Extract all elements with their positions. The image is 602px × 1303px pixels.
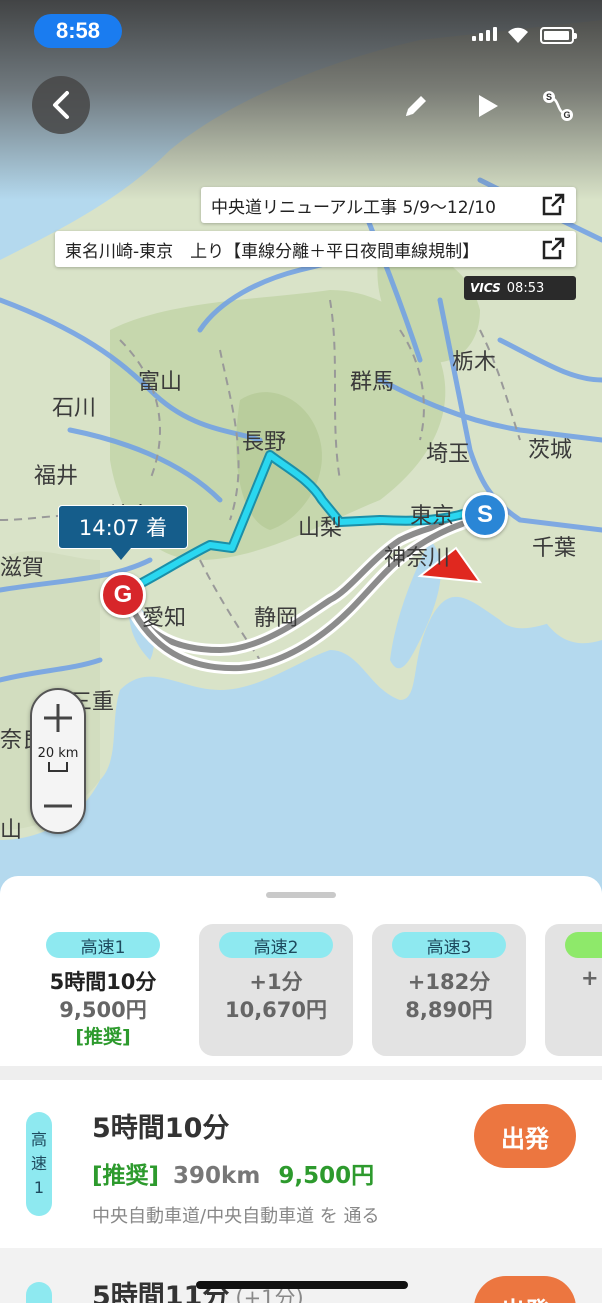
place-label: 神奈川: [384, 546, 451, 571]
start-goal-icon: S G: [543, 91, 573, 121]
svg-text:S: S: [546, 92, 552, 102]
simulate-play-button[interactable]: [468, 86, 508, 126]
place-label: 長野: [242, 430, 287, 455]
route-option-delta: +182分: [407, 970, 491, 994]
vics-timestamp: VICS 08:53: [464, 276, 576, 300]
route-type-pill: [26, 1282, 52, 1303]
route-sheet: 高速1 5時間10分 9,500円 [推奨] 高速2 +1分 10,670円 高…: [0, 876, 602, 1303]
route-option-price: 9,500円: [59, 998, 147, 1022]
route-type-pill: 高 速 1: [26, 1112, 52, 1216]
status-time: 8:58: [34, 14, 122, 48]
route-detail-1[interactable]: 高 速 1 5時間10分 [推奨] 390km 9,500円 中央自動車道/中央…: [0, 1080, 602, 1248]
route-detail-2[interactable]: 5時間11分(+1分) 出発: [0, 1248, 602, 1303]
battery-icon: [540, 27, 577, 44]
home-indicator[interactable]: [196, 1281, 408, 1289]
section-divider: [0, 1066, 602, 1080]
arrival-time-tag: 14:07 着: [58, 505, 188, 560]
route-option-badge: 高速3: [392, 932, 506, 958]
svg-text:G: G: [563, 110, 570, 120]
zoom-out-button[interactable]: [32, 780, 84, 832]
route-option-3[interactable]: 高速3 +182分 8,890円: [372, 924, 526, 1056]
plus-icon: [44, 704, 72, 732]
zoom-control: 20 km: [30, 688, 86, 834]
external-link-icon: [542, 193, 565, 216]
place-label: 千葉: [532, 536, 577, 561]
depart-button[interactable]: 出発: [474, 1276, 576, 1303]
route-option-price: 8,890円: [405, 998, 493, 1022]
notice-text: 東名川崎-東京 上り【車線分離＋平日夜間車線規制】: [65, 241, 480, 262]
place-label: 山梨: [298, 516, 343, 541]
status-bar: 8:58: [0, 0, 602, 62]
start-marker[interactable]: S: [462, 492, 508, 538]
place-label: 富山: [138, 370, 183, 395]
route-duration: 5時間10分: [92, 1113, 230, 1144]
route-option-badge: 高速1: [46, 932, 160, 958]
zoom-in-button[interactable]: [32, 692, 84, 744]
place-label: 東京: [410, 504, 455, 529]
place-label: 福井: [34, 464, 79, 489]
place-label: 茨城: [528, 438, 573, 463]
route-option-price: 10,670円: [224, 998, 328, 1022]
route-option-1[interactable]: 高速1 5時間10分 9,500円 [推奨]: [26, 924, 180, 1056]
goal-marker[interactable]: G: [100, 572, 146, 618]
pencil-icon: [406, 96, 426, 116]
route-via: 中央自動車道/中央自動車道 を 通る: [92, 1206, 380, 1227]
pill-char: 高: [30, 1130, 47, 1149]
sheet-grabber[interactable]: [266, 892, 336, 898]
route-option-badge: 高速2: [219, 932, 333, 958]
route-option-duration: 5時間10分: [49, 970, 157, 994]
place-label: 静岡: [254, 606, 299, 631]
route-distance: 390km: [173, 1163, 261, 1189]
route-map[interactable]: 8:58 S G 中央道リニューアル工事 5/9〜12/10 東名川崎-東京 上…: [0, 0, 602, 900]
vics-time: 08:53: [506, 280, 545, 296]
route-option-delta: +1分: [249, 970, 303, 994]
scale-label: 20 km: [37, 746, 79, 761]
route-price: 9,500円: [278, 1163, 375, 1189]
wifi-icon: [508, 27, 528, 43]
place-label: 愛知: [142, 606, 187, 631]
pill-char: 1: [33, 1178, 45, 1197]
route-option-badge: [565, 932, 602, 958]
place-label: 埼玉: [426, 442, 471, 467]
traffic-notice-2[interactable]: 東名川崎-東京 上り【車線分離＋平日夜間車線規制】: [55, 231, 576, 267]
recommended-label: [推奨]: [75, 1026, 131, 1048]
route-option-2[interactable]: 高速2 +1分 10,670円: [199, 924, 353, 1056]
recommended-label: [推奨]: [92, 1163, 160, 1189]
pill-char: 速: [30, 1154, 47, 1173]
depart-button[interactable]: 出発: [474, 1104, 576, 1168]
vics-logo: VICS: [470, 281, 501, 295]
place-label: 滋賀: [0, 556, 45, 581]
place-label: 石川: [52, 396, 97, 421]
scale-bar: [48, 762, 68, 772]
edit-route-button[interactable]: [396, 86, 436, 126]
place-label: 群馬: [350, 370, 395, 395]
back-button[interactable]: [32, 76, 90, 134]
route-meta: [推奨] 390km 9,500円: [92, 1156, 374, 1190]
route-option-delta: +: [581, 966, 599, 990]
route-option-4[interactable]: +: [545, 924, 602, 1056]
play-icon: [479, 95, 498, 117]
route-options: 高速1 5時間10分 9,500円 [推奨] 高速2 +1分 10,670円 高…: [0, 924, 602, 1056]
place-label: 栃木: [452, 350, 497, 375]
cellular-signal-icon: [472, 27, 497, 41]
minus-icon: [44, 804, 72, 808]
traffic-notice-1[interactable]: 中央道リニューアル工事 5/9〜12/10: [201, 187, 576, 223]
notice-text: 中央道リニューアル工事 5/9〜12/10: [211, 197, 496, 218]
route-points-button[interactable]: S G: [538, 86, 578, 126]
chevron-left-icon: [53, 91, 69, 119]
place-label: 山: [0, 818, 23, 843]
external-link-icon: [542, 237, 565, 260]
